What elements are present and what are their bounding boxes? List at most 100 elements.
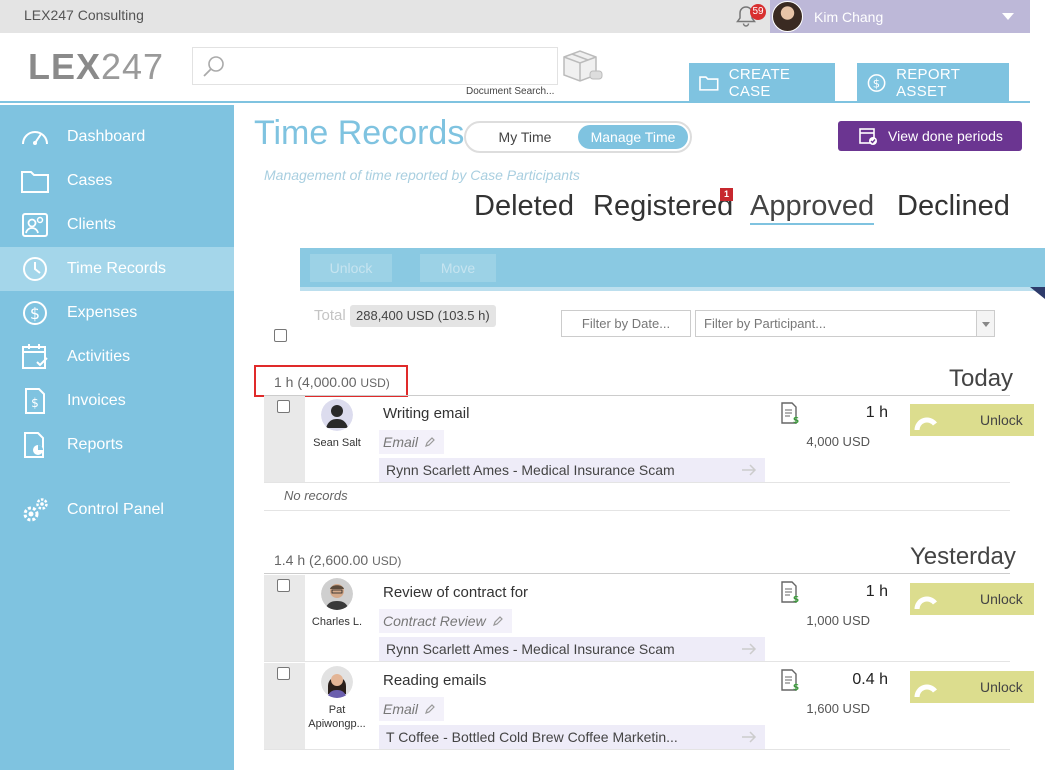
search-icon [203, 56, 224, 77]
record-category[interactable]: Contract Review [379, 609, 512, 633]
registered-count-badge: 1 [720, 188, 733, 201]
folder-icon [699, 76, 719, 91]
group-amount: (2,600.00 [309, 552, 369, 568]
filter-by-date-input[interactable]: Filter by Date... [561, 310, 691, 337]
highlight-box [254, 365, 408, 397]
row-divider [264, 510, 1010, 511]
avatar [772, 1, 803, 32]
logo-text: LEX [28, 46, 102, 87]
unlock-spinner-icon [914, 417, 937, 431]
record-amount: 1,000 USD [806, 613, 870, 628]
sidebar-item-time-records[interactable]: Time Records [0, 247, 234, 291]
group-summary-yesterday: 1.4 h (2,600.00 USD) [274, 552, 401, 568]
case-link[interactable]: T Coffee - Bottled Cold Brew Coffee Mark… [379, 725, 765, 749]
filter-participant-label: Filter by Participant... [704, 316, 827, 331]
record-category[interactable]: Email [379, 697, 445, 721]
avatar [321, 399, 353, 431]
sidebar-item-dashboard[interactable]: Dashboard [0, 115, 234, 159]
participant-name: Charles L. [311, 616, 363, 628]
tab-approved[interactable]: Approved [750, 190, 875, 225]
filter-by-participant-select[interactable]: Filter by Participant... [695, 310, 995, 337]
report-asset-button[interactable]: $ REPORT ASSET [857, 63, 1009, 103]
sidebar-item-label: Activities [67, 348, 131, 365]
sidebar-item-label: Time Records [67, 260, 166, 277]
sidebar-item-control-panel[interactable]: Control Panel [0, 488, 234, 532]
participant-name: Sean Salt [313, 437, 361, 449]
participant-name: Pat Apiwongp... [302, 703, 372, 731]
record-amount: 4,000 USD [806, 434, 870, 449]
sidebar-item-clients[interactable]: Clients [0, 203, 234, 247]
row-checkbox[interactable] [277, 400, 290, 413]
svg-text:$: $ [793, 595, 799, 603]
row-checkbox[interactable] [277, 667, 290, 680]
record-description: Writing email [383, 405, 470, 422]
arrow-right-icon [742, 731, 757, 743]
case-link[interactable]: Rynn Scarlett Ames - Medical Insurance S… [379, 458, 765, 482]
sidebar-item-reports[interactable]: Reports [0, 423, 234, 467]
record-category[interactable]: Email [379, 430, 445, 454]
svg-text:$: $ [30, 304, 40, 323]
create-case-button[interactable]: CREATE CASE [689, 63, 835, 103]
report-icon [24, 432, 44, 458]
clients-icon [22, 213, 48, 237]
search-label: Document Search... [466, 86, 555, 97]
svg-text:$: $ [31, 396, 39, 410]
unlock-spinner-icon [914, 684, 937, 698]
record-description: Reading emails [383, 672, 487, 689]
dropdown-arrow-icon[interactable] [976, 311, 994, 336]
page-title: Time Records [254, 114, 465, 152]
move-selected-button[interactable]: Move [420, 254, 496, 282]
record-description: Review of contract for [383, 584, 529, 601]
sidebar-item-expenses[interactable]: $ Expenses [0, 291, 234, 335]
unlock-selected-button[interactable]: Unlock [310, 254, 392, 282]
folder-icon [21, 171, 49, 193]
time-record-row[interactable]: Pat Apiwongp... Reading emails Email T Co… [264, 663, 1010, 749]
participant-last-name: Apiwongp... [308, 718, 366, 730]
pencil-icon [425, 704, 435, 714]
record-hours: 1 h [865, 404, 888, 421]
unlock-button[interactable]: Unlock [910, 404, 1034, 436]
unlock-spinner-icon [914, 596, 937, 610]
create-case-label: CREATE CASE [728, 66, 791, 100]
avatar [321, 578, 353, 610]
tab-registered[interactable]: Registered [593, 190, 733, 223]
sidebar-item-label: Reports [67, 436, 124, 453]
company-name: LEX247 Consulting [24, 7, 144, 23]
manage-time-toggle[interactable]: Manage Time [578, 125, 688, 149]
invoice-icon: $ [25, 388, 45, 414]
document-search-input[interactable] [192, 47, 558, 85]
tab-deleted[interactable]: Deleted [474, 190, 574, 223]
view-done-periods-button[interactable]: View done periods [838, 121, 1022, 151]
time-record-row[interactable]: Charles L. Review of contract for Contra… [264, 575, 1010, 661]
time-view-toggle: My Time Manage Time [464, 121, 692, 153]
gears-icon [23, 498, 48, 522]
case-name: Rynn Scarlett Ames - Medical Insurance S… [386, 641, 675, 657]
user-menu[interactable]: Kim Chang [770, 0, 1030, 33]
logo[interactable]: LEX247 [28, 46, 164, 88]
sidebar-item-label: Cases [67, 172, 113, 189]
user-name: Kim Chang [814, 9, 884, 25]
sidebar-item-cases[interactable]: Cases [0, 159, 234, 203]
unlock-label: Unlock [980, 591, 1023, 607]
row-divider [264, 482, 1010, 483]
unlock-button[interactable]: Unlock [910, 671, 1034, 703]
time-record-row[interactable]: Sean Salt Writing email Email Rynn Scarl… [264, 396, 1010, 482]
unlock-button[interactable]: Unlock [910, 583, 1034, 615]
participant-first-name: Pat [328, 704, 346, 716]
speedometer-icon [22, 131, 48, 145]
sidebar-item-label: Dashboard [67, 128, 146, 145]
invoice-document-icon: $ [781, 669, 799, 691]
my-time-toggle[interactable]: My Time [472, 125, 578, 149]
sidebar-item-activities[interactable]: Activities [0, 335, 234, 379]
package-icon[interactable] [560, 47, 606, 85]
select-all-checkbox[interactable] [274, 329, 287, 342]
clock-icon [23, 257, 47, 281]
tab-declined[interactable]: Declined [897, 190, 1010, 223]
calendar-icon [22, 344, 48, 369]
case-name: T Coffee - Bottled Cold Brew Coffee Mark… [386, 729, 678, 745]
row-checkbox[interactable] [277, 579, 290, 592]
header: LEX247 Document Search... CREATE CASE $ … [0, 33, 1030, 103]
case-link[interactable]: Rynn Scarlett Ames - Medical Insurance S… [379, 637, 765, 661]
category-label: Email [383, 701, 419, 717]
sidebar-item-invoices[interactable]: $ Invoices [0, 379, 234, 423]
